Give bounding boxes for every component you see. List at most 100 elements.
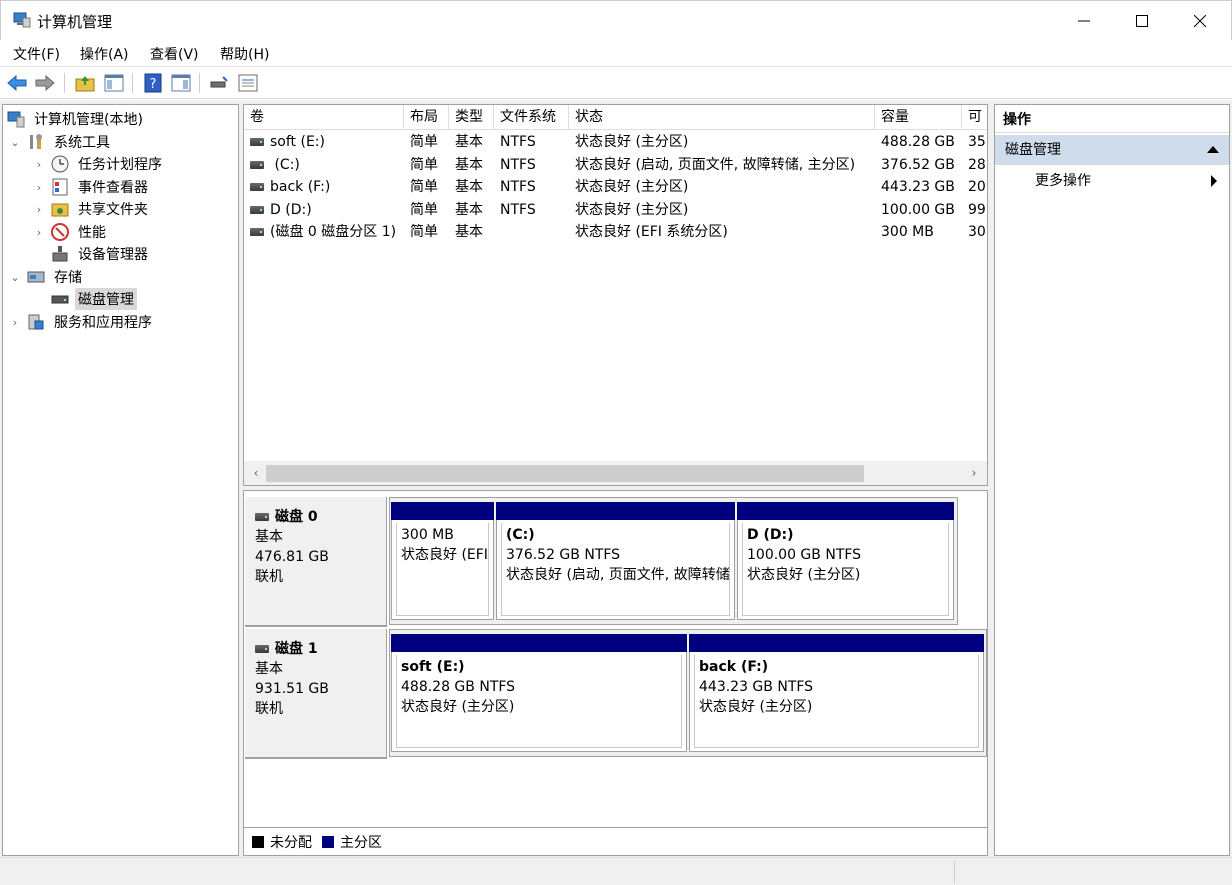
tree-item-disk-management[interactable]: 磁盘管理	[33, 288, 137, 310]
submenu-arrow-icon	[1211, 175, 1217, 187]
menu-action[interactable]: 操作(A)	[80, 44, 129, 64]
disk-1-type: 基本	[255, 661, 283, 677]
actions-section-disk-management[interactable]: 磁盘管理	[995, 135, 1229, 165]
legend-unallocated: 未分配	[270, 834, 312, 851]
tree-item-system-tools[interactable]: ⌄ 系统工具	[9, 131, 113, 153]
table-row[interactable]: D (D:) 简单 基本 NTFS 状态良好 (主分区) 100.00 GB 99	[244, 199, 987, 221]
connect-button[interactable]	[208, 72, 230, 94]
chevron-right-icon[interactable]: ›	[33, 226, 45, 239]
horizontal-scrollbar[interactable]: ‹ ›	[244, 461, 987, 485]
disk-0-type: 基本	[255, 529, 283, 545]
table-cell: 状态良好 (EFI 系统分区)	[575, 224, 728, 240]
main-content: 计算机管理(本地) ⌄ 系统工具 › 任务计划程序 › 事件查看器 › 共享文件…	[0, 100, 1232, 857]
svg-text:?: ?	[150, 77, 157, 92]
arrow-right-icon	[35, 75, 55, 91]
chevron-right-icon[interactable]: ›	[33, 203, 45, 216]
properties-button[interactable]	[237, 72, 259, 94]
status-bar	[0, 857, 1232, 885]
menu-view[interactable]: 查看(V)	[150, 44, 199, 64]
tree-item-task-scheduler[interactable]: › 任务计划程序	[33, 153, 165, 175]
table-cell	[494, 221, 569, 243]
column-header-volume[interactable]: 卷	[244, 105, 404, 130]
chevron-down-icon[interactable]: ⌄	[9, 136, 21, 149]
disk-1-name: 磁盘 1	[275, 641, 318, 657]
window-title: 计算机管理	[37, 13, 113, 31]
disk-0-status: 联机	[255, 569, 283, 585]
table-cell: back (F:)	[244, 176, 404, 198]
table-cell: 35	[968, 134, 986, 150]
storage-icon	[27, 271, 45, 283]
disk-0-label[interactable]: 磁盘 0 基本 476.81 GB 联机	[245, 497, 387, 627]
column-header-type[interactable]: 类型	[449, 105, 494, 130]
back-button[interactable]	[6, 72, 28, 94]
device-manager-icon	[52, 246, 68, 262]
forward-button[interactable]	[34, 72, 56, 94]
column-header-filesystem[interactable]: 文件系统	[494, 105, 569, 130]
partition-f[interactable]: back (F:) 443.23 GB NTFS 状态良好 (主分区)	[689, 634, 984, 752]
tree-item-storage[interactable]: ⌄ 存储	[9, 266, 85, 288]
chevron-right-icon[interactable]: ›	[9, 316, 21, 329]
disk-connect-icon	[210, 76, 228, 88]
collapse-up-icon[interactable]	[1207, 146, 1219, 153]
legend: 未分配 主分区	[244, 827, 987, 855]
partition-bar	[737, 502, 954, 520]
toolbar-separator	[64, 73, 65, 93]
partition-e[interactable]: soft (E:) 488.28 GB NTFS 状态良好 (主分区)	[391, 634, 687, 752]
close-button[interactable]	[1171, 1, 1229, 41]
tree-item-event-viewer[interactable]: › 事件查看器	[33, 176, 151, 198]
menu-file[interactable]: 文件(F)	[13, 44, 60, 64]
tree-item-shared-folders[interactable]: › 共享文件夹	[33, 198, 151, 220]
tree-item-root[interactable]: 计算机管理(本地)	[7, 108, 146, 130]
table-row[interactable]: soft (E:) 简单 基本 NTFS 状态良好 (主分区) 488.28 GB 35	[244, 131, 987, 153]
toolbar-separator	[132, 73, 133, 93]
chevron-down-icon[interactable]: ⌄	[9, 271, 21, 284]
toolbar: ?	[0, 67, 1232, 99]
properties-list-icon	[238, 74, 258, 92]
column-header-free[interactable]: 可	[962, 105, 987, 130]
partition-d[interactable]: D (D:) 100.00 GB NTFS 状态良好 (主分区)	[737, 502, 954, 620]
status-bar-divider	[954, 861, 955, 883]
partition-bar	[391, 634, 687, 652]
chevron-right-icon[interactable]: ›	[33, 181, 45, 194]
title-bar: 计算机管理	[0, 0, 1232, 40]
table-cell: 443.23 GB	[881, 179, 955, 195]
table-cell: 简单	[410, 134, 438, 150]
volume-icon	[250, 205, 264, 214]
table-row[interactable]: (磁盘 0 磁盘分区 1) 简单 基本 状态良好 (EFI 系统分区) 300 MB 30	[244, 221, 987, 243]
table-cell: 300 MB	[881, 224, 934, 240]
scrollbar-thumb[interactable]	[266, 465, 864, 482]
up-level-button[interactable]	[74, 72, 96, 94]
table-cell: soft (E:)	[244, 131, 404, 153]
partition-c[interactable]: (C:) 376.52 GB NTFS 状态良好 (启动, 页面文件, 故障转储	[496, 502, 735, 620]
column-header-status[interactable]: 状态	[569, 105, 875, 130]
show-hide-tree-button[interactable]	[103, 72, 125, 94]
partition-bar	[689, 634, 984, 652]
table-cell: 状态良好 (启动, 页面文件, 故障转储, 主分区)	[575, 156, 856, 173]
event-viewer-icon	[52, 178, 68, 196]
folder-up-icon	[75, 76, 95, 92]
partition-efi[interactable]: 300 MB 状态良好 (EFI	[391, 502, 494, 620]
disk-icon	[255, 513, 269, 521]
action-pane-button[interactable]	[170, 72, 192, 94]
chevron-right-icon[interactable]: ›	[33, 158, 45, 171]
minimize-button[interactable]	[1055, 1, 1113, 41]
disk-1-label[interactable]: 磁盘 1 基本 931.51 GB 联机	[245, 629, 387, 759]
column-header-layout[interactable]: 布局	[404, 105, 449, 130]
disk-map: 磁盘 0 基本 476.81 GB 联机 300 MB 状态良好 (EFI (C…	[243, 490, 988, 856]
scroll-left-icon[interactable]: ‹	[246, 463, 266, 483]
tree-item-device-manager[interactable]: 设备管理器	[33, 243, 151, 265]
menu-help[interactable]: 帮助(H)	[220, 44, 269, 64]
action-pane-icon	[171, 74, 191, 92]
table-cell: 30	[968, 224, 986, 240]
table-row[interactable]: back (F:) 简单 基本 NTFS 状态良好 (主分区) 443.23 GB 20	[244, 176, 987, 198]
more-actions-item[interactable]: 更多操作	[995, 169, 1229, 193]
table-row[interactable]: (C:) 简单 基本 NTFS 状态良好 (启动, 页面文件, 故障转储, 主分区) 37…	[244, 154, 987, 176]
help-button[interactable]: ?	[142, 72, 164, 94]
table-cell: 简单	[410, 224, 438, 240]
disk-drive-icon	[51, 295, 69, 304]
column-header-capacity[interactable]: 容量	[875, 105, 962, 130]
tree-item-performance[interactable]: › 性能	[33, 221, 109, 243]
maximize-button[interactable]	[1113, 1, 1171, 41]
tree-item-services-apps[interactable]: › 服务和应用程序	[9, 311, 155, 333]
scroll-right-icon[interactable]: ›	[964, 463, 984, 483]
